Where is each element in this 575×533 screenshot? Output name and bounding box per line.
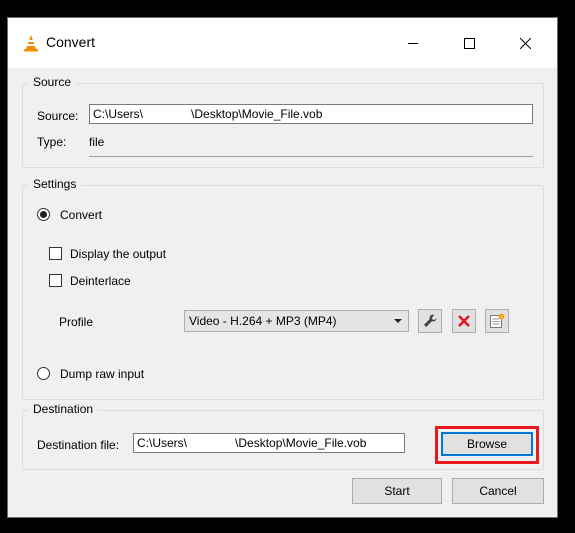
source-separator (89, 156, 533, 157)
maximize-icon (463, 37, 475, 49)
type-label: Type: (37, 135, 67, 149)
dump-raw-label[interactable]: Dump raw input (60, 367, 144, 381)
convert-dialog: Convert Source Source: C:\Users\ \Desktop… (7, 17, 558, 518)
destination-path-suffix: \Desktop\Movie_File.vob (235, 436, 367, 450)
source-path-prefix: C:\Users\ (93, 107, 144, 121)
destination-group: Destination Destination file: C:\Users\ \… (22, 402, 544, 470)
delete-profile-button[interactable] (452, 309, 476, 333)
destination-file-label: Destination file: (37, 438, 120, 452)
browse-highlight-annotation (435, 426, 539, 464)
maximize-button[interactable] (446, 18, 492, 68)
wrench-icon (424, 314, 437, 327)
source-path-field[interactable]: C:\Users\ \Desktop\Movie_File.vob (89, 104, 533, 124)
source-group: Source Source: C:\Users\ \Desktop\Movie_F… (22, 75, 544, 168)
delete-x-icon (458, 315, 470, 327)
deinterlace-label[interactable]: Deinterlace (70, 274, 131, 288)
destination-group-title: Destination (28, 402, 99, 416)
convert-radio-label[interactable]: Convert (60, 208, 102, 222)
window-title: Convert (46, 34, 96, 50)
minimize-button[interactable] (390, 18, 436, 68)
settings-group-title: Settings (28, 177, 82, 191)
convert-radio[interactable] (37, 208, 50, 221)
dump-raw-radio[interactable] (37, 367, 50, 380)
close-button[interactable] (502, 18, 548, 68)
start-button[interactable]: Start (352, 478, 442, 504)
edit-profile-button[interactable] (418, 309, 442, 333)
type-value: file (89, 135, 105, 149)
source-path-suffix: \Desktop\Movie_File.vob (191, 107, 323, 121)
destination-file-field[interactable]: C:\Users\ \Desktop\Movie_File.vob (133, 433, 405, 453)
profile-selected-value: Video - H.264 + MP3 (MP4) (189, 314, 337, 328)
new-profile-button[interactable] (485, 309, 509, 333)
source-group-title: Source (28, 75, 77, 89)
deinterlace-checkbox[interactable] (49, 274, 62, 287)
cancel-button[interactable]: Cancel (452, 478, 544, 504)
destination-path-prefix: C:\Users\ (137, 436, 188, 450)
close-icon (519, 37, 531, 49)
minimize-icon (408, 43, 418, 44)
profile-select[interactable]: Video - H.264 + MP3 (MP4) (184, 310, 409, 332)
title-bar: Convert (8, 18, 557, 68)
vlc-cone-icon (22, 34, 40, 52)
profile-label: Profile (59, 315, 94, 329)
new-profile-icon (490, 313, 505, 328)
source-label: Source: (37, 109, 79, 123)
display-output-label[interactable]: Display the output (70, 247, 166, 261)
settings-group: Settings Convert Display the output Dein… (22, 177, 544, 400)
display-output-checkbox[interactable] (49, 247, 62, 260)
chevron-down-icon (394, 319, 402, 323)
